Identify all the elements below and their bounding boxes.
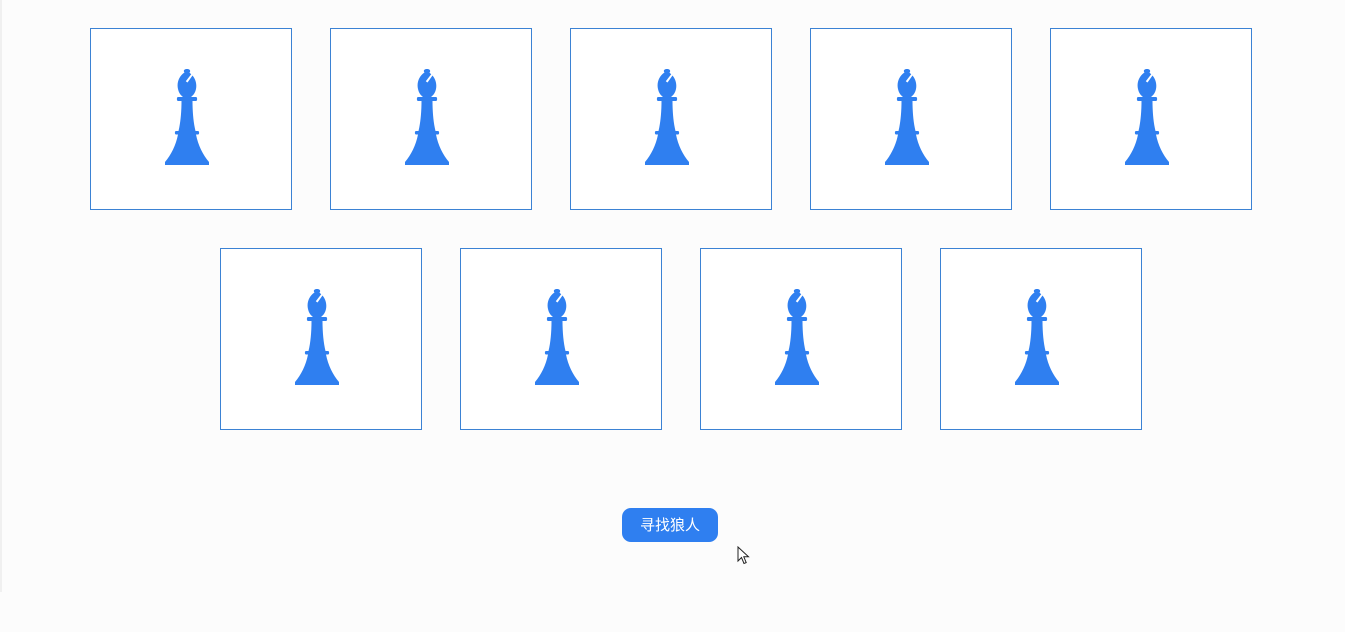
chess-bishop-icon <box>645 69 689 165</box>
chess-bishop-icon <box>1015 289 1059 385</box>
find-werewolf-button[interactable]: 寻找狼人 <box>622 508 718 542</box>
card-7[interactable] <box>460 248 662 430</box>
chess-bishop-icon <box>1125 69 1169 165</box>
card-2[interactable] <box>330 28 532 210</box>
chess-bishop-icon <box>775 289 819 385</box>
card-6[interactable] <box>220 248 422 430</box>
chess-bishop-icon <box>405 69 449 165</box>
card-grid <box>0 0 1345 430</box>
chess-bishop-icon <box>535 289 579 385</box>
card-3[interactable] <box>570 28 772 210</box>
chess-bishop-icon <box>885 69 929 165</box>
page: 寻找狼人 <box>0 0 1345 632</box>
card-4[interactable] <box>810 28 1012 210</box>
mouse-cursor-icon <box>737 546 750 565</box>
card-9[interactable] <box>940 248 1142 430</box>
card-1[interactable] <box>90 28 292 210</box>
card-5[interactable] <box>1050 28 1252 210</box>
chess-bishop-icon <box>295 289 339 385</box>
card-8[interactable] <box>700 248 902 430</box>
chess-bishop-icon <box>165 69 209 165</box>
